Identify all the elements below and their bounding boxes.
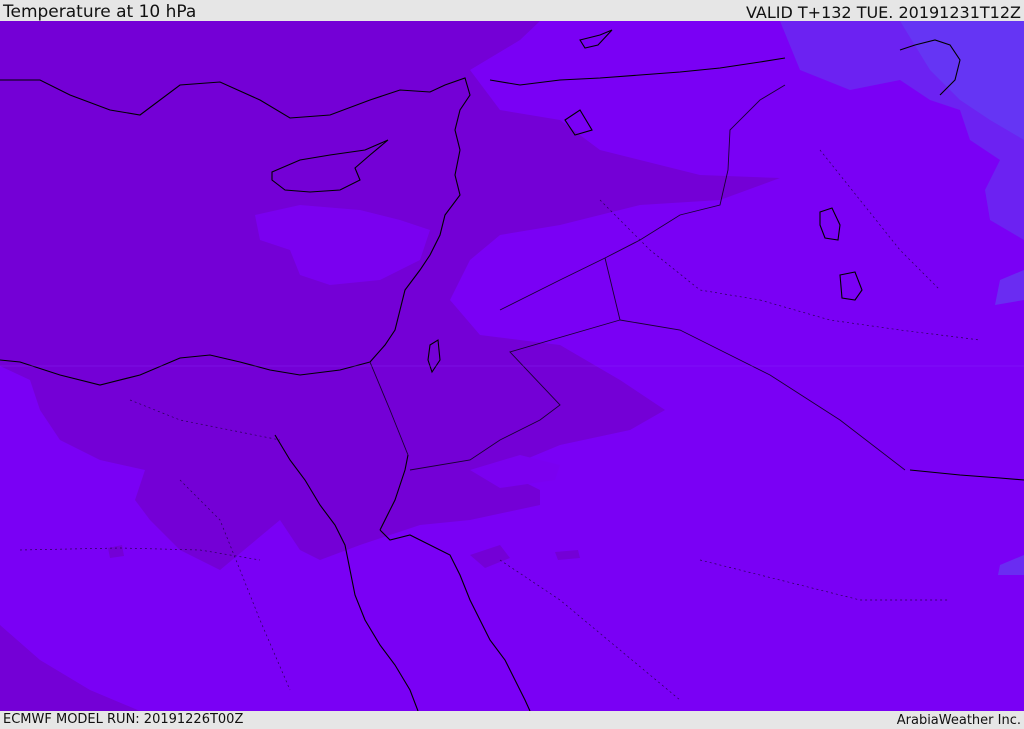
footer-bar: ECMWF MODEL RUN: 20191226T00Z ArabiaWeat…: [0, 711, 1024, 729]
credit-label: ArabiaWeather Inc.: [896, 713, 1021, 728]
temperature-map: [0, 21, 1024, 711]
valid-time-label: VALID T+132 TUE. 20191231T12Z: [745, 3, 1021, 22]
map-canvas: [0, 21, 1024, 711]
weather-map-window: Temperature at 10 hPa VALID T+132 TUE. 2…: [0, 0, 1024, 729]
map-title: Temperature at 10 hPa: [3, 2, 197, 22]
header-bar: Temperature at 10 hPa VALID T+132 TUE. 2…: [0, 0, 1024, 22]
model-run-label: ECMWF MODEL RUN: 20191226T00Z: [3, 712, 244, 727]
